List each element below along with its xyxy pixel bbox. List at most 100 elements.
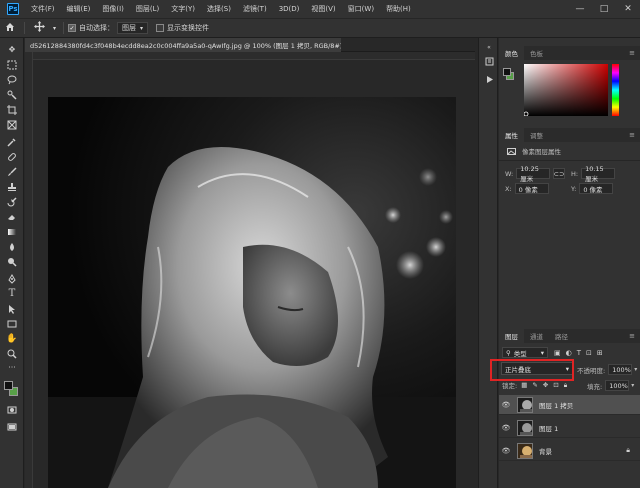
layer-filter-icons: ▣ ◐ T ⊡ ⊞ [554,349,603,357]
width-field[interactable]: 10.25 厘米 [516,165,551,183]
fill-field[interactable]: 100% [605,380,630,391]
chevron-down-icon[interactable]: ▾ [50,25,59,32]
filter-pixel-icon[interactable]: ▣ [554,349,561,357]
menu-help[interactable]: 帮助(H) [380,4,417,14]
brush-tool-icon[interactable] [4,164,20,179]
height-label: H: [571,169,579,178]
x-field[interactable]: 0 像素 [514,183,549,194]
blur-tool-icon[interactable] [4,239,20,254]
girl-portrait-image [48,97,456,488]
lasso-tool-icon[interactable] [4,72,20,87]
show-transform-checkbox[interactable] [156,24,165,32]
panel-menu-icon[interactable]: ≡ [629,49,635,57]
home-icon[interactable] [0,22,20,35]
layer-row[interactable]: 👁︎ 图层 1 [499,418,640,438]
layer-name[interactable]: 背景 [539,446,552,456]
auto-select-checkbox[interactable]: ✓ [68,24,77,32]
document-tab[interactable]: d52612884380fd4c3f048b4ecdd8ea2c0c004ffa… [25,38,341,52]
gradient-tool-icon[interactable] [4,224,20,239]
visibility-eye-icon[interactable]: 👁︎ [499,401,513,409]
tab-layers[interactable]: 图层 [499,329,524,343]
collapse-panels-icon[interactable]: « [484,42,494,52]
layer-name[interactable]: 图层 1 [539,423,558,433]
lock-icon: 🔒︎ [626,446,630,454]
visibility-eye-icon[interactable]: 👁︎ [499,424,513,432]
lock-transparent-icon[interactable]: ▦ [521,381,527,390]
minimize-button[interactable]: — [568,0,592,18]
hue-slider[interactable] [612,64,619,116]
filter-adjustment-icon[interactable]: ◐ [566,349,572,357]
opacity-field[interactable]: 100% [608,364,633,375]
layer-filter-dropdown[interactable]: ⚲ 类型 ▾ [502,347,548,358]
y-field[interactable]: 0 像素 [579,183,614,194]
dodge-tool-icon[interactable] [4,254,20,269]
chevron-down-icon[interactable]: ▾ [631,382,634,389]
fill-row: 填充: 100% ▾ [587,380,634,391]
tab-channels[interactable]: 通道 [524,329,549,343]
eyedropper-tool-icon[interactable] [4,134,20,149]
hand-tool-icon[interactable]: ✋ [4,331,20,346]
panel-menu-icon[interactable]: ≡ [629,332,635,340]
document-image[interactable] [48,97,456,488]
tab-properties[interactable]: 属性 [499,128,524,142]
layer-name[interactable]: 图层 1 拷贝 [539,400,573,410]
menu-layer[interactable]: 图层(L) [130,4,165,14]
chevron-down-icon[interactable]: ▾ [634,366,637,373]
filter-shape-icon[interactable]: ⊡ [586,349,592,357]
move-tool-icon[interactable]: ✥ [4,42,20,57]
filter-smart-object-icon[interactable]: ⊞ [597,349,603,357]
menu-select[interactable]: 选择(S) [201,4,237,14]
menu-filter[interactable]: 滤镜(T) [237,4,273,14]
history-panel-icon[interactable] [484,56,494,66]
healing-brush-tool-icon[interactable] [4,149,20,164]
lock-artboard-icon[interactable]: ⊡ [553,381,558,390]
lock-image-icon[interactable]: ✎ [532,381,537,390]
menu-edit[interactable]: 编辑(E) [61,4,97,14]
foreground-color-swatch[interactable] [4,381,13,390]
menu-view[interactable]: 视图(V) [305,4,341,14]
layer-row[interactable]: 👁︎ 背景 🔒︎ [499,441,640,461]
rectangle-tool-icon[interactable] [4,316,20,331]
panel-foreground-swatch[interactable] [503,68,511,76]
quick-mask-icon[interactable] [4,402,20,417]
pen-tool-icon[interactable] [4,271,20,286]
document-title: d52612884380fd4c3f048b4ecdd8ea2c0c004ffa… [30,42,341,50]
marquee-tool-icon[interactable] [4,57,20,72]
path-selection-tool-icon[interactable] [4,301,20,316]
clone-stamp-tool-icon[interactable] [4,179,20,194]
zoom-tool-icon[interactable] [4,346,20,361]
screen-mode-icon[interactable] [4,419,20,434]
height-field[interactable]: 10.15 厘米 [581,165,616,183]
auto-select-dropdown[interactable]: 图层 ▾ [117,22,149,34]
history-brush-tool-icon[interactable] [4,194,20,209]
visibility-eye-icon[interactable]: 👁︎ [499,447,513,455]
quick-select-tool-icon[interactable] [4,87,20,102]
link-icon[interactable]: ⊂⊃ [553,168,565,179]
layer-row[interactable]: 👁︎ 图层 1 拷贝 [499,395,640,415]
menu-file[interactable]: 文件(F) [25,4,61,14]
tab-color[interactable]: 颜色 [499,46,524,60]
menu-type[interactable]: 文字(Y) [165,4,201,14]
filter-type-icon[interactable]: T [577,349,581,357]
type-tool-icon[interactable]: T [4,286,20,301]
tab-adjustments[interactable]: 调整 [524,128,549,142]
frame-tool-icon[interactable] [4,117,20,132]
menu-3d[interactable]: 3D(D) [273,5,306,13]
color-picker-field[interactable] [523,64,608,117]
lock-position-icon[interactable]: ✥ [543,381,548,390]
eraser-tool-icon[interactable] [4,209,20,224]
tab-paths[interactable]: 路径 [549,329,574,343]
auto-select-label: 自动选择： [79,24,115,32]
close-button[interactable]: ✕ [616,0,640,18]
maximize-button[interactable]: □ [592,0,616,18]
lock-all-icon[interactable]: 🔒︎ [564,381,567,390]
width-label: W: [505,169,514,178]
actions-panel-icon[interactable] [484,74,494,84]
tab-swatches[interactable]: 色板 [524,46,549,60]
more-tools-icon[interactable]: ··· [4,360,20,375]
crop-tool-icon[interactable] [4,102,20,117]
menu-image[interactable]: 图像(I) [96,4,130,14]
menu-window[interactable]: 窗口(W) [342,4,380,14]
move-tool-icon[interactable] [29,21,50,35]
panel-menu-icon[interactable]: ≡ [629,131,635,139]
